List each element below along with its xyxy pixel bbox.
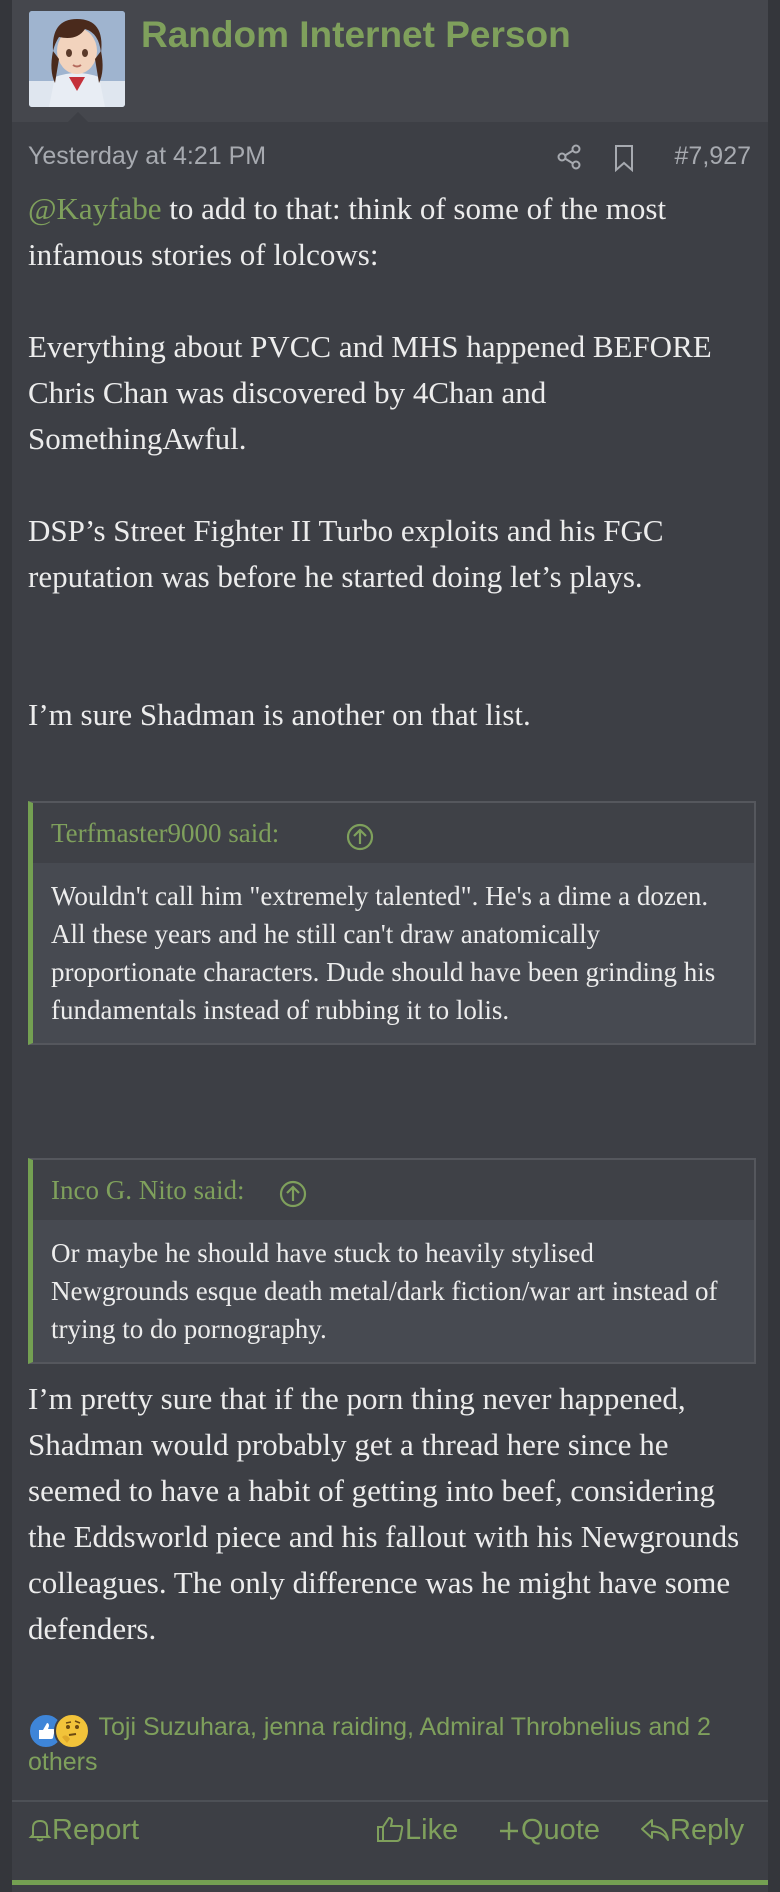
reply-button[interactable]: Reply <box>640 1814 744 1847</box>
jump-up-icon[interactable] <box>346 823 374 856</box>
reactions-bar: Toji Suzuhara, jenna raiding, Admiral Th… <box>28 1710 768 1779</box>
reply-label: Reply <box>670 1814 745 1846</box>
post-bottom-accent <box>12 1880 768 1885</box>
post-footer: Report Like Quote Reply <box>12 1806 768 1854</box>
post-paragraph-3: I’m sure Shadman is another on that list… <box>28 697 531 732</box>
avatar[interactable] <box>29 11 125 107</box>
mention-link[interactable]: @Kayfabe <box>28 191 162 226</box>
post-meta: Yesterday at 4:21 PM #7,927 <box>12 136 768 176</box>
post-closing-paragraph: I’m pretty sure that if the porn thing n… <box>28 1381 740 1646</box>
bell-icon <box>28 1819 52 1842</box>
report-label: Report <box>52 1814 140 1846</box>
post-date[interactable]: Yesterday at 4:21 PM <box>28 142 266 171</box>
header-pointer <box>68 112 88 122</box>
thumbs-up-icon <box>377 1816 404 1842</box>
thinking-reaction-icon <box>54 1713 90 1750</box>
username-link[interactable]: Random Internet Person <box>141 14 571 56</box>
reply-arrow-icon <box>641 1819 669 1841</box>
post-paragraph-1: Everything about PVCC and MHS happened B… <box>28 329 712 456</box>
footer-divider <box>12 1800 768 1802</box>
bookmark-icon[interactable] <box>613 144 635 177</box>
post-body-intro: @Kayfabe to add to that: think of some o… <box>28 186 758 278</box>
plus-icon <box>500 1822 518 1840</box>
quote-text: Wouldn't call him "extremely talented". … <box>51 881 716 1025</box>
report-button[interactable]: Report <box>28 1814 139 1847</box>
reaction-names-link[interactable]: Toji Suzuhara, jenna raiding, Admiral Th… <box>28 1713 711 1776</box>
post-header: Random Internet Person <box>12 0 768 122</box>
like-label: Like <box>405 1814 459 1846</box>
post-paragraph-2: DSP’s Street Fighter II Turbo exploits a… <box>28 513 664 594</box>
quote-block-1: Terfmaster9000 said: Wouldn't call him "… <box>28 801 756 1045</box>
quote-label: Quote <box>521 1814 600 1846</box>
quote-author-link[interactable]: Inco G. Nito said: <box>51 1175 244 1206</box>
share-icon[interactable] <box>556 144 582 175</box>
quote-header: Terfmaster9000 said: <box>33 803 754 863</box>
post-card: Random Internet Person Yesterday at 4:21… <box>12 0 768 1892</box>
quote-text: Or maybe he should have stuck to heavily… <box>51 1238 718 1344</box>
quote-author-link[interactable]: Terfmaster9000 said: <box>51 818 279 849</box>
quote-block-2: Inco G. Nito said: Or maybe he should ha… <box>28 1158 756 1364</box>
avatar-image <box>29 11 125 107</box>
jump-up-icon[interactable] <box>279 1180 307 1213</box>
like-button[interactable]: Like <box>375 1814 458 1847</box>
quote-button[interactable]: Quote <box>497 1814 600 1847</box>
quote-header: Inco G. Nito said: <box>33 1160 754 1220</box>
reaction-icons[interactable] <box>28 1711 92 1750</box>
post-number-link[interactable]: #7,927 <box>675 142 751 171</box>
